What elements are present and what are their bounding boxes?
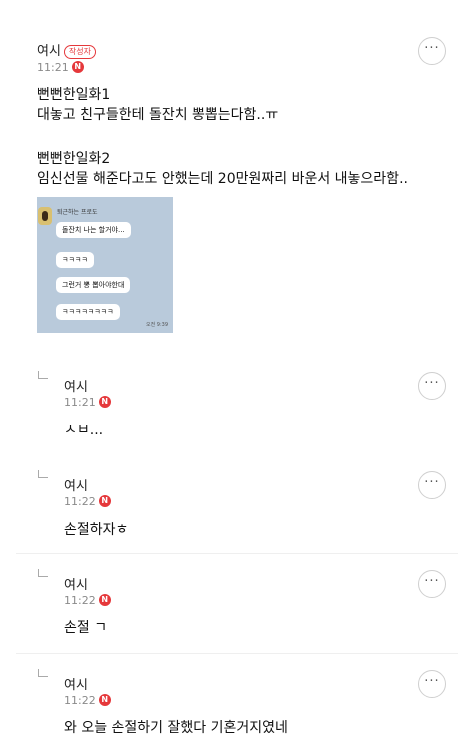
new-badge-icon: N <box>98 594 111 606</box>
reply-text: 손절하자ㅎ <box>64 522 129 538</box>
comment-time: 11:22 N <box>64 594 111 607</box>
divider <box>16 653 458 654</box>
comment-line: 임신선물 해준다고도 안했는데 20만원짜리 바운서 내놓으라함.. <box>37 171 408 187</box>
reply-arrow-icon <box>38 371 48 379</box>
more-options-button[interactable]: ··· <box>418 570 446 598</box>
chat-time: 오전 9:39 <box>146 322 169 328</box>
reply-text: 손절 ㄱ <box>64 620 108 636</box>
comment-line: 대놓고 친구들한테 돌잔치 뽕뽑는다함..ㅠ <box>37 107 279 123</box>
attached-chat-screenshot[interactable]: 퇴근하는 프로도 돌잔치 나는 할거야... ㅋㅋㅋㅋ 그런거 뽕 뽑아야한대 … <box>37 197 173 333</box>
chat-avatar <box>38 207 52 225</box>
reply-arrow-icon <box>38 569 48 577</box>
author-name[interactable]: 여시 <box>64 574 88 593</box>
more-dots-icon: ··· <box>424 474 440 490</box>
author-name[interactable]: 여시 작성자 <box>37 40 97 60</box>
reply-text: ㅅㅂ... <box>64 422 104 438</box>
more-dots-icon: ··· <box>424 573 440 589</box>
chat-bubble: ㅋㅋㅋㅋ <box>56 252 94 268</box>
new-badge-icon: N <box>98 396 111 408</box>
chat-bubble: ㅋㅋㅋㅋㅋㅋㅋㅋ <box>56 304 120 320</box>
comment-time: 11:22 N <box>64 495 111 508</box>
new-badge-icon: N <box>71 61 84 73</box>
reply-arrow-icon <box>38 669 48 677</box>
comment-time: 11:21 N <box>64 396 111 409</box>
author-name[interactable]: 여시 <box>64 674 88 693</box>
more-options-button[interactable]: ··· <box>418 670 446 698</box>
reply-text: 와 오늘 손절하기 잘했다 기혼거지였네 <box>64 720 288 736</box>
comment-line: 뻔뻔한일화2 <box>37 151 111 167</box>
comment-line: 뻔뻔한일화1 <box>37 87 111 103</box>
chat-bubble: 돌잔치 나는 할거야... <box>56 222 131 238</box>
new-badge-icon: N <box>98 694 111 706</box>
more-dots-icon: ··· <box>424 673 440 689</box>
writer-badge: 작성자 <box>63 45 97 59</box>
author-name[interactable]: 여시 <box>64 376 88 395</box>
divider <box>16 553 458 554</box>
chat-bubble: 그런거 뽕 뽑아야한대 <box>56 277 131 293</box>
comment-time: 11:21 N <box>37 61 84 74</box>
author-name[interactable]: 여시 <box>64 475 88 494</box>
more-dots-icon: ··· <box>424 375 440 391</box>
more-options-button[interactable]: ··· <box>418 37 446 65</box>
comment-time: 11:22 N <box>64 694 111 707</box>
more-options-button[interactable]: ··· <box>418 372 446 400</box>
reply-arrow-icon <box>38 470 48 478</box>
more-dots-icon: ··· <box>424 40 440 56</box>
more-options-button[interactable]: ··· <box>418 471 446 499</box>
chat-sender-name: 퇴근하는 프로도 <box>57 209 98 216</box>
new-badge-icon: N <box>98 495 111 507</box>
